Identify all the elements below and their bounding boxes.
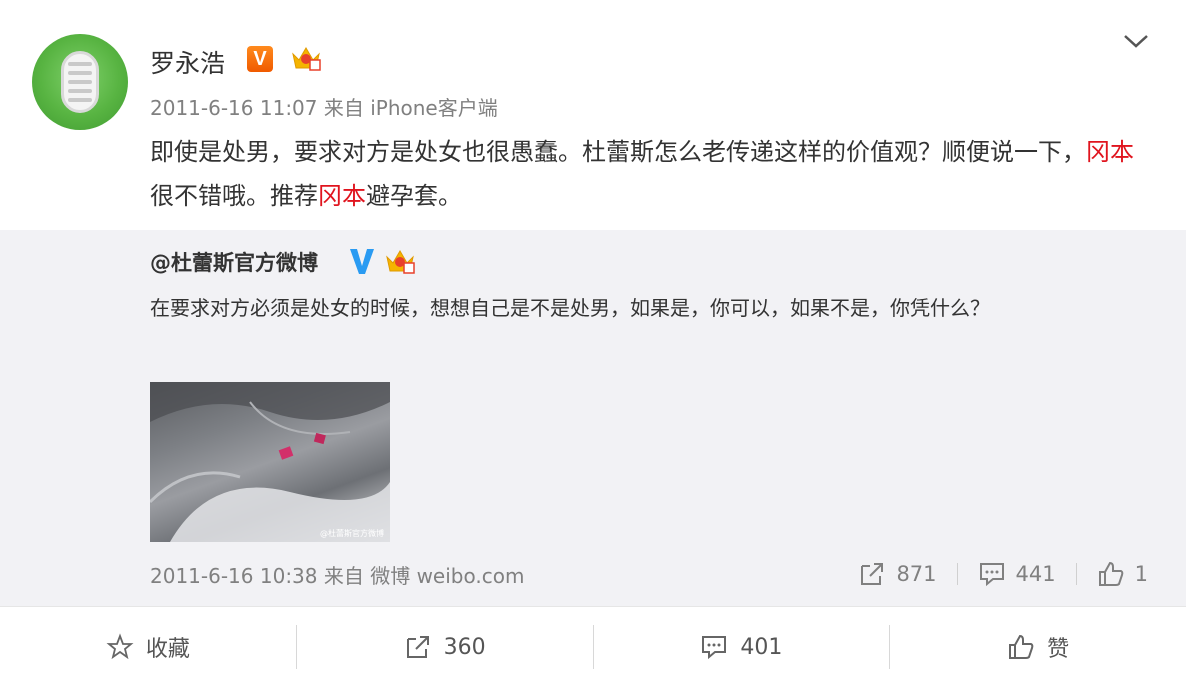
brand-link-1[interactable]: 冈本: [1086, 138, 1134, 166]
thumbs-up-icon: [1009, 634, 1034, 659]
crown-member-icon[interactable]: [290, 44, 322, 72]
forward-icon: [861, 563, 884, 585]
repost-forward-button[interactable]: 871: [838, 560, 956, 588]
post-timestamp[interactable]: 2011-6-16 11:07 来自 iPhone客户端: [150, 92, 498, 121]
author-avatar[interactable]: [32, 34, 128, 130]
post-text-1: 即使是处男，要求对方是处女也很愚蠢。杜蕾斯怎么老传递这样的价值观？顺便说一下，: [150, 138, 1086, 166]
comment-icon: [702, 636, 727, 660]
repost-like-button[interactable]: 1: [1077, 560, 1148, 588]
repost-timestamp[interactable]: 2011-6-16 10:38 来自 微博 weibo.com: [150, 560, 524, 589]
forward-count: 360: [443, 634, 486, 660]
star-icon: [106, 633, 134, 660]
comment-count: 401: [740, 634, 783, 660]
action-bar: 收藏 360 401 赞: [0, 606, 1186, 687]
repost-text: 在要求对方必须是处女的时候，想想自己是不是处男，如果是，你可以，如果不是，你凭什…: [150, 296, 990, 320]
verified-orange-icon[interactable]: V: [247, 46, 273, 72]
forward-count: 871: [896, 562, 937, 586]
repost-comment-button[interactable]: 441: [958, 560, 1076, 588]
brand-link-2[interactable]: 冈本: [318, 182, 366, 210]
post-text-2: 很不错哦。推荐: [150, 182, 318, 210]
repost-username[interactable]: @杜蕾斯官方微博: [150, 247, 318, 277]
thumbs-up-icon: [1098, 561, 1123, 586]
post-content: 即使是处男，要求对方是处女也很愚蠢。杜蕾斯怎么老传递这样的价值观？顺便说一下，冈…: [150, 130, 1150, 218]
crown-member-icon[interactable]: [384, 247, 416, 275]
post-text-3: 避孕套。: [366, 182, 462, 210]
bedsheet-image: [150, 382, 390, 542]
comment-count: 441: [1015, 562, 1056, 586]
comment-button[interactable]: 401: [594, 625, 890, 669]
avatar-graphic: [61, 51, 99, 113]
like-button[interactable]: 赞: [890, 625, 1186, 669]
favorite-label: 收藏: [145, 637, 190, 662]
repost-stats: 871 441 1: [838, 560, 1148, 588]
like-count: 1: [1134, 562, 1148, 586]
favorite-button[interactable]: 收藏: [0, 625, 296, 669]
comment-icon: [979, 563, 1004, 587]
image-watermark: @杜蕾斯官方微博: [320, 529, 384, 538]
author-name[interactable]: 罗永浩: [150, 44, 225, 80]
like-label: 赞: [1047, 637, 1070, 662]
repost-image[interactable]: @杜蕾斯官方微博: [150, 382, 390, 542]
forward-icon: [406, 636, 429, 658]
chevron-down-icon[interactable]: [1122, 30, 1150, 52]
verified-blue-icon[interactable]: [347, 246, 377, 276]
forward-button[interactable]: 360: [297, 625, 593, 669]
